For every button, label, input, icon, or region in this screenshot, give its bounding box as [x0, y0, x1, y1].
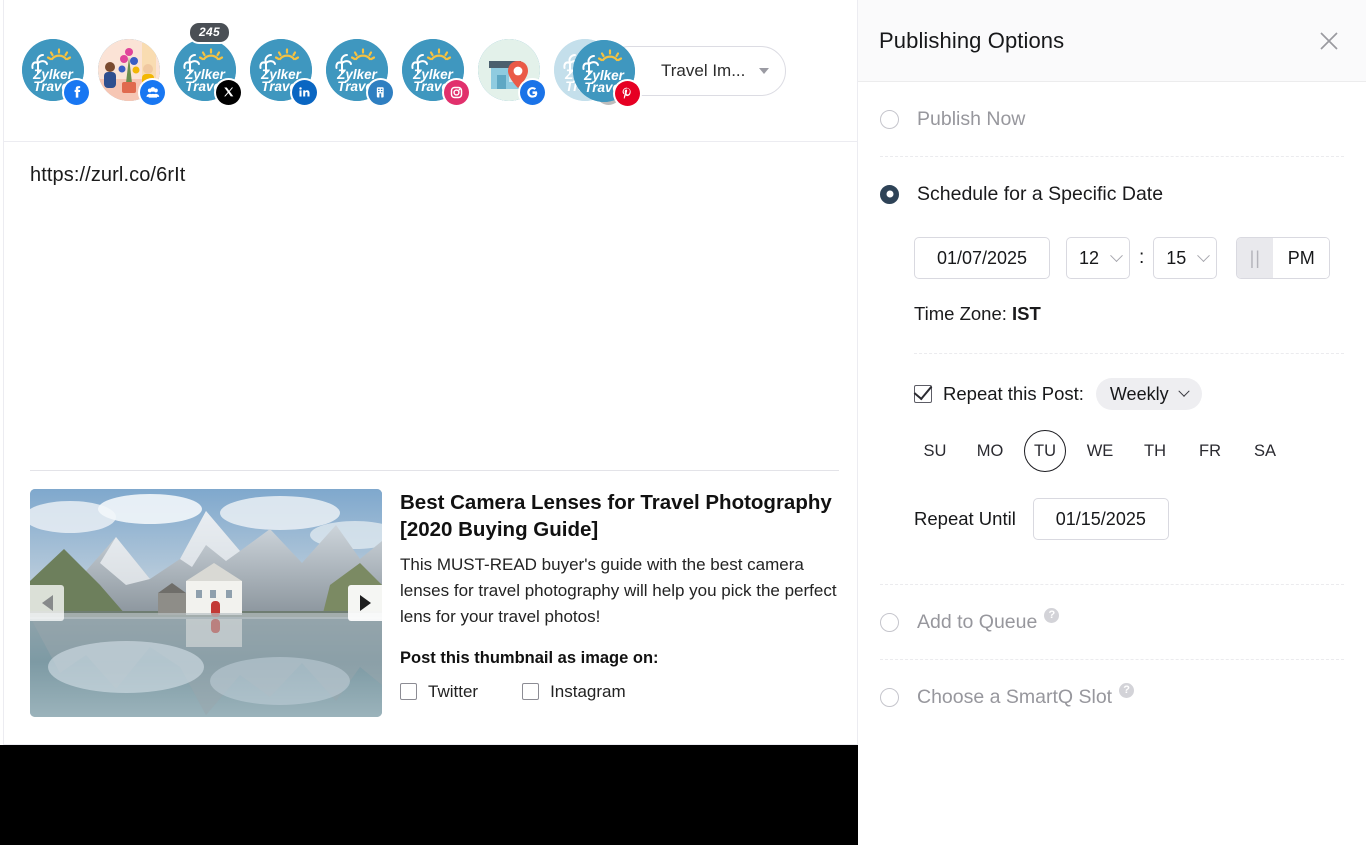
- panel-header: Publishing Options: [858, 0, 1366, 82]
- meridiem-am-segment[interactable]: ||: [1237, 238, 1273, 278]
- thumbnail-post-prompt: Post this thumbnail as image on:: [400, 649, 839, 668]
- thumbnail-prev-button[interactable]: [30, 585, 64, 621]
- weekday-th[interactable]: TH: [1134, 430, 1176, 472]
- weekday-mo[interactable]: MO: [969, 430, 1011, 472]
- repeat-label: Repeat this Post:: [943, 383, 1084, 405]
- meridiem-toggle[interactable]: || PM: [1236, 237, 1330, 279]
- schedule-settings: 01/07/2025 12 : 15 || PM: [880, 231, 1344, 584]
- app-root: ZylkerTravel245ZylkerTravelZylkerTravelZ…: [0, 0, 1366, 845]
- radio-schedule-date[interactable]: [880, 185, 899, 204]
- x-badge-icon: [216, 80, 241, 105]
- repeat-until-label: Repeat Until: [914, 508, 1016, 530]
- timezone-value: IST: [1012, 303, 1041, 324]
- help-icon[interactable]: ?: [1119, 683, 1134, 698]
- board-select-label: Travel Im...: [661, 61, 745, 81]
- channel-avatar-instagram[interactable]: ZylkerTravel: [402, 39, 466, 103]
- pinterest-board-select[interactable]: ZylkerTravel Travel Im...: [604, 46, 786, 96]
- thumbnail-network-checkboxes: Twitter Instagram: [400, 682, 839, 702]
- radio-add-to-queue[interactable]: [880, 613, 899, 632]
- google-badge-icon: [520, 80, 545, 105]
- timezone-row: Time Zone: IST: [914, 303, 1344, 325]
- radio-publish-now[interactable]: [880, 110, 899, 129]
- facebook-badge-icon: [64, 80, 89, 105]
- chevron-down-icon: [1197, 249, 1210, 262]
- link-preview-title[interactable]: Best Camera Lenses for Travel Photograph…: [400, 489, 839, 544]
- close-icon: [1318, 30, 1340, 52]
- spacer: [914, 540, 1344, 566]
- weekday-sa[interactable]: SA: [1244, 430, 1286, 472]
- schedule-minute-select[interactable]: 15: [1153, 237, 1217, 279]
- weekday-fr[interactable]: FR: [1189, 430, 1231, 472]
- repeat-until-input[interactable]: 01/15/2025: [1033, 498, 1169, 540]
- mountain-lake-photo: [30, 489, 382, 717]
- link-preview-thumbnail: [30, 489, 382, 717]
- channel-avatar-pinterest[interactable]: ZylkerTravel: [573, 40, 637, 104]
- checkbox-label: Twitter: [428, 682, 478, 702]
- option-publish-now-label: Publish Now: [917, 108, 1025, 131]
- checkbox-box[interactable]: [522, 683, 539, 700]
- schedule-date-input[interactable]: 01/07/2025: [914, 237, 1050, 279]
- option-smartq-slot-label: Choose a SmartQ Slot: [917, 686, 1112, 709]
- link-preview-description[interactable]: This MUST-READ buyer's guide with the be…: [400, 552, 839, 631]
- schedule-hour-select[interactable]: 12: [1066, 237, 1130, 279]
- panel-title: Publishing Options: [879, 28, 1312, 54]
- option-smartq-slot[interactable]: Choose a SmartQ Slot ?: [880, 660, 1344, 734]
- linkedin-badge-icon: [292, 80, 317, 105]
- weekday-su[interactable]: SU: [914, 430, 956, 472]
- linkedinpage-badge-icon: [368, 80, 393, 105]
- publishing-options-panel: Publishing Options Publish Now Schedule …: [858, 0, 1366, 845]
- chevron-down-icon: [759, 68, 769, 74]
- repeat-checkbox[interactable]: [914, 385, 932, 403]
- bottom-black-area: [0, 745, 858, 845]
- pinterest-badge-icon: [615, 81, 640, 106]
- repeat-frequency-select[interactable]: Weekly: [1096, 378, 1202, 410]
- checkbox-label: Instagram: [550, 682, 626, 702]
- time-colon: :: [1139, 247, 1144, 269]
- channel-selector-bar: ZylkerTravel245ZylkerTravelZylkerTravelZ…: [4, 0, 857, 142]
- channel-avatar-fbgroup[interactable]: [98, 39, 162, 103]
- option-schedule-date[interactable]: Schedule for a Specific Date: [880, 157, 1344, 231]
- datetime-row: 01/07/2025 12 : 15 || PM: [914, 237, 1344, 279]
- channel-avatar-google[interactable]: [478, 39, 542, 103]
- repeat-until-row: Repeat Until 01/15/2025: [914, 498, 1344, 540]
- chevron-down-icon: [1178, 386, 1189, 397]
- thumbnail-checkbox-instagram[interactable]: Instagram: [522, 682, 626, 702]
- arrow-left-icon: [42, 595, 53, 611]
- repeat-frequency-value: Weekly: [1110, 384, 1169, 405]
- thumbnail-next-button[interactable]: [348, 585, 382, 621]
- repeat-section: Repeat this Post: Weekly SUMOTUWETHFRSA …: [914, 353, 1344, 540]
- link-preview-card: Best Camera Lenses for Travel Photograph…: [30, 470, 839, 717]
- weekday-tu[interactable]: TU: [1024, 430, 1066, 472]
- help-icon[interactable]: ?: [1044, 608, 1059, 623]
- radio-smartq-slot[interactable]: [880, 688, 899, 707]
- channel-avatar-linkedinpage[interactable]: ZylkerTravel: [326, 39, 390, 103]
- repeat-row: Repeat this Post: Weekly: [914, 378, 1344, 410]
- panel-body: Publish Now Schedule for a Specific Date…: [858, 82, 1366, 734]
- close-panel-button[interactable]: [1312, 24, 1346, 58]
- link-preview-details: Best Camera Lenses for Travel Photograph…: [382, 489, 839, 717]
- arrow-right-icon: [360, 595, 371, 611]
- checkbox-box[interactable]: [400, 683, 417, 700]
- schedule-hour-value: 12: [1079, 248, 1112, 269]
- pinterest-channel-avatar: ZylkerTravel: [573, 40, 649, 104]
- post-url-text[interactable]: https://zurl.co/6rIt: [4, 142, 857, 187]
- channel-avatar-x[interactable]: 245ZylkerTravel: [174, 39, 238, 103]
- option-publish-now[interactable]: Publish Now: [880, 82, 1344, 156]
- meridiem-pm-segment[interactable]: PM: [1273, 238, 1329, 278]
- fbgroup-badge-icon: [140, 80, 165, 105]
- schedule-minute-value: 15: [1166, 248, 1199, 269]
- option-add-to-queue[interactable]: Add to Queue ?: [880, 585, 1344, 659]
- post-count-badge: 245: [190, 23, 229, 42]
- weekday-we[interactable]: WE: [1079, 430, 1121, 472]
- option-add-to-queue-label: Add to Queue: [917, 611, 1037, 634]
- channel-avatar-linkedin[interactable]: ZylkerTravel: [250, 39, 314, 103]
- timezone-label: Time Zone:: [914, 303, 1007, 324]
- post-composer: ZylkerTravel245ZylkerTravelZylkerTravelZ…: [3, 0, 858, 745]
- weekday-picker: SU MO TU WE TH FR SA: [914, 430, 1344, 472]
- option-schedule-date-label: Schedule for a Specific Date: [917, 183, 1163, 206]
- thumbnail-checkbox-twitter[interactable]: Twitter: [400, 682, 478, 702]
- instagram-badge-icon: [444, 80, 469, 105]
- chevron-down-icon: [1110, 249, 1123, 262]
- channel-avatar-facebook[interactable]: ZylkerTravel: [22, 39, 86, 103]
